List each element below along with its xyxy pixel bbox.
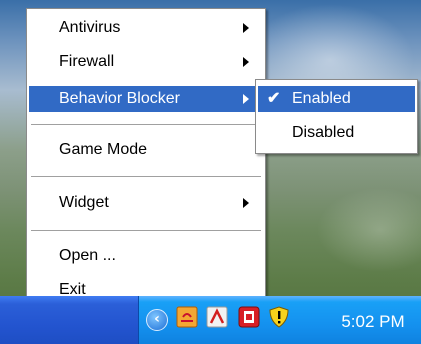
submenu-arrow-icon: [243, 94, 249, 104]
submenu-item-enabled[interactable]: ✔ Enabled: [258, 86, 415, 112]
menu-item-antivirus[interactable]: Antivirus: [29, 15, 263, 41]
behavior-blocker-submenu: ✔ Enabled Disabled: [255, 79, 418, 154]
checkmark-icon: ✔: [267, 90, 281, 107]
menu-separator: [31, 230, 261, 231]
menu-item-firewall[interactable]: Firewall: [29, 49, 263, 75]
submenu-arrow-icon: [243, 198, 249, 208]
red-app-tray-icon[interactable]: [238, 306, 260, 328]
show-hidden-icons-button[interactable]: ‹: [146, 309, 168, 331]
menu-item-widget[interactable]: Widget: [29, 190, 263, 216]
menu-separator: [31, 176, 261, 177]
submenu-arrow-icon: [243, 23, 249, 33]
menu-item-label: Widget: [59, 194, 109, 211]
submenu-arrow-icon: [243, 57, 249, 67]
menu-item-behavior-blocker[interactable]: Behavior Blocker: [29, 86, 263, 112]
menu-item-open[interactable]: Open ...: [29, 243, 263, 269]
menu-item-game-mode[interactable]: Game Mode: [29, 137, 263, 163]
tray-context-menu: Antivirus Firewall Behavior Blocker Game…: [26, 8, 266, 310]
system-clock[interactable]: 5:02 PM: [334, 304, 412, 340]
menu-item-label: Firewall: [59, 53, 115, 70]
pdf-tray-icon[interactable]: [206, 306, 228, 328]
submenu-item-label: Disabled: [292, 124, 355, 141]
submenu-item-label: Enabled: [292, 90, 351, 107]
security-shield-icon[interactable]: [268, 306, 290, 328]
menu-separator: [31, 124, 261, 125]
menu-item-label: Antivirus: [59, 19, 121, 36]
java-tray-icon[interactable]: [176, 306, 198, 328]
submenu-item-disabled[interactable]: Disabled: [258, 120, 415, 146]
menu-item-label: Behavior Blocker: [59, 90, 180, 107]
menu-item-label: Game Mode: [59, 141, 148, 158]
menu-item-label: Open ...: [59, 247, 116, 264]
